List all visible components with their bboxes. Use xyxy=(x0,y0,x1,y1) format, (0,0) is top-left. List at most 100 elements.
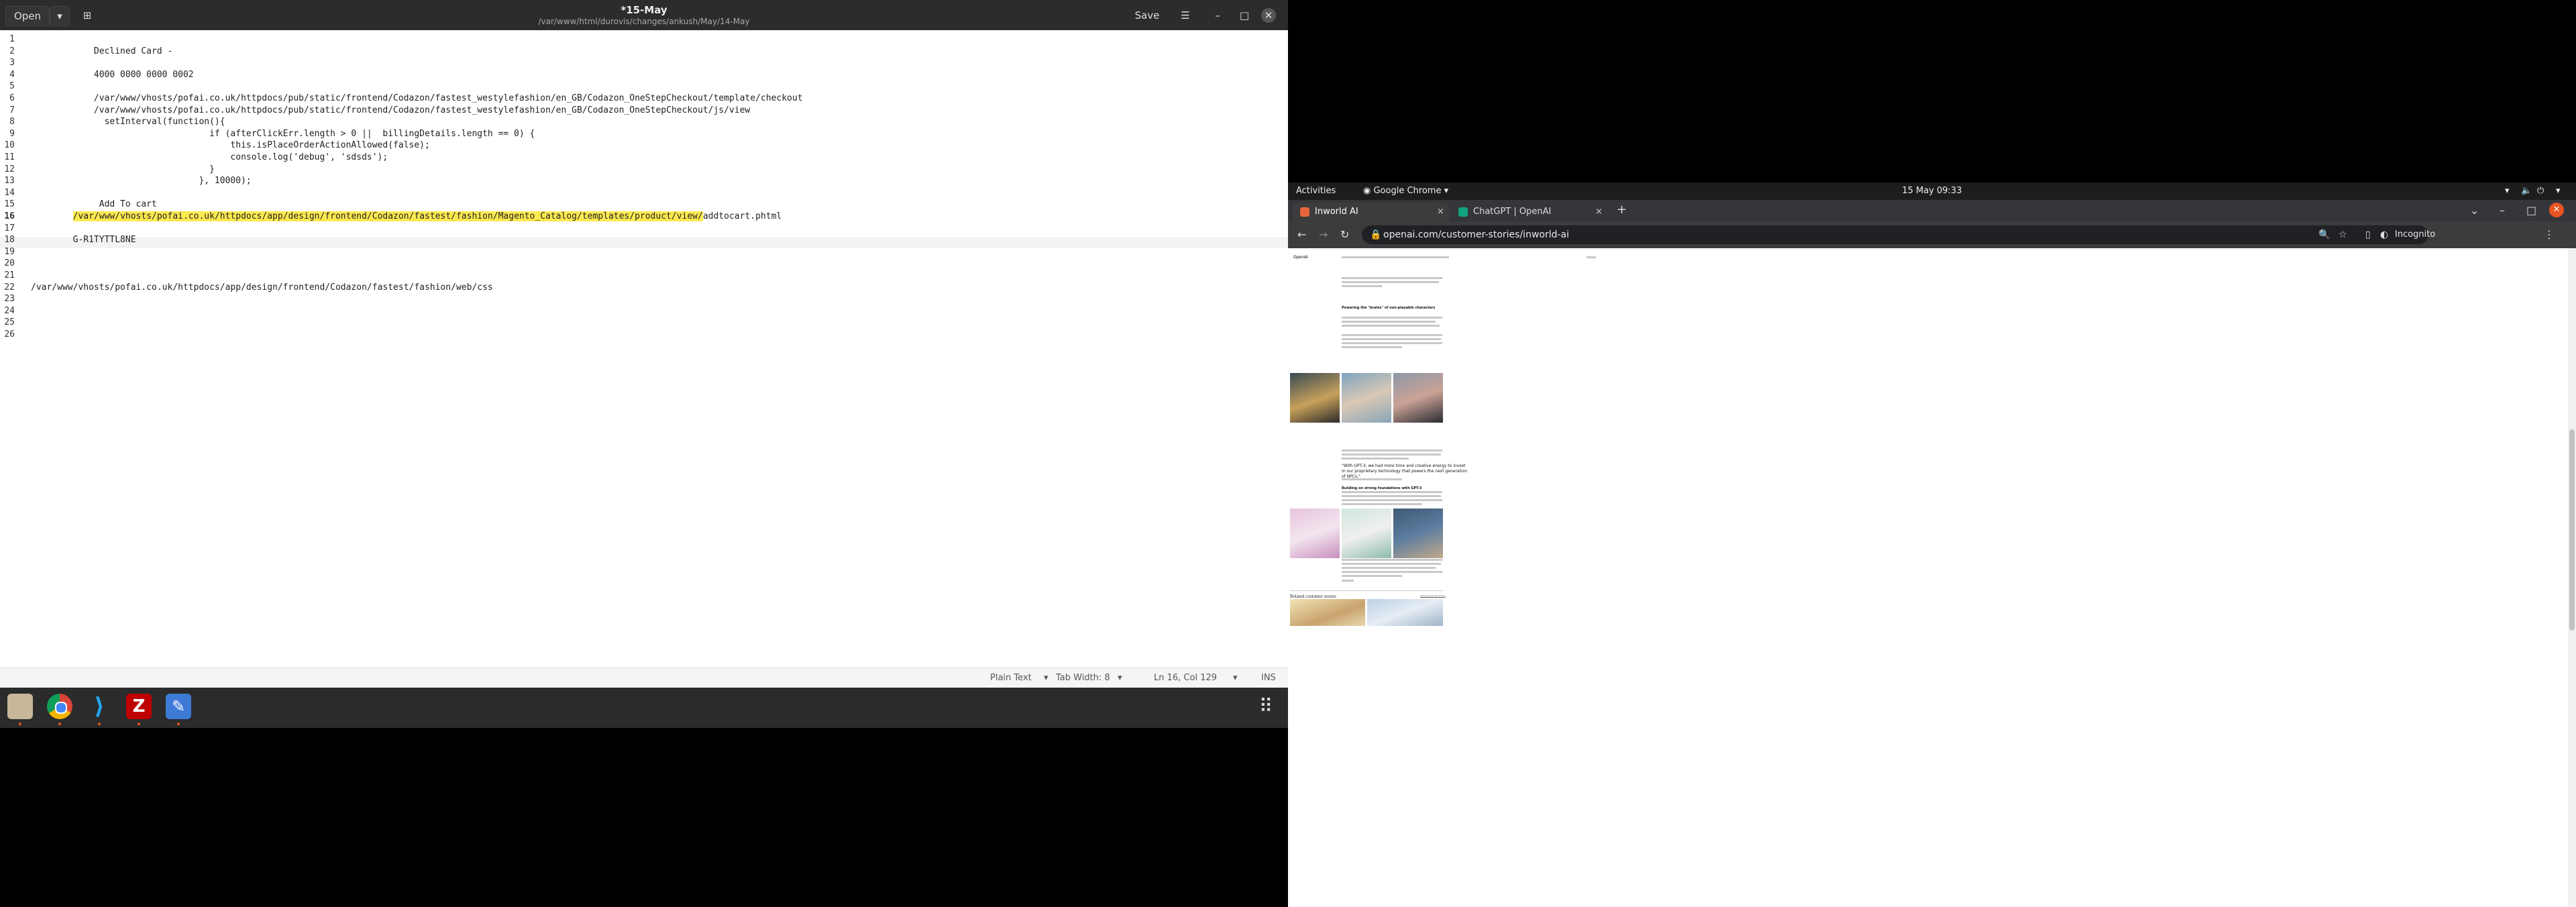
minimize-icon[interactable]: – xyxy=(1208,6,1228,25)
tab-width-selector[interactable]: Tab Width: 8 xyxy=(1056,673,1110,683)
new-tab-icon[interactable]: + xyxy=(1617,203,1627,217)
minimize-icon[interactable]: – xyxy=(2500,204,2505,217)
line-number: 14 xyxy=(4,187,15,198)
paragraph xyxy=(1342,285,1382,287)
filezilla-icon[interactable]: Z xyxy=(126,694,152,719)
incognito-icon[interactable]: ◐ xyxy=(2380,225,2388,244)
gnome-topbar: Activities ◉ Google Chrome ▾ 15 May 09:3… xyxy=(1288,182,2576,200)
files-icon[interactable] xyxy=(7,694,33,719)
line-number: 19 xyxy=(4,246,15,257)
line-number: 8 xyxy=(9,117,15,127)
menu-icon[interactable]: ☰ xyxy=(1175,6,1195,25)
line-number: 13 xyxy=(4,176,15,186)
close-icon[interactable]: ✕ xyxy=(2549,203,2564,217)
character-image xyxy=(1393,509,1443,558)
forward-icon[interactable]: → xyxy=(1319,228,1328,241)
code-line: Declined Card - xyxy=(31,46,173,56)
scrollbar-thumb[interactable] xyxy=(2569,429,2575,631)
maximize-icon[interactable]: □ xyxy=(1234,6,1254,25)
volume-icon[interactable]: 🔈 xyxy=(2521,186,2532,196)
text-editor[interactable]: 12 Declined Card -34 4000 0000 0000 0002… xyxy=(0,30,1288,668)
line-number: 11 xyxy=(4,152,15,162)
vscode-icon[interactable]: ⟩ xyxy=(87,694,112,719)
tab-search-icon[interactable]: ⌄ xyxy=(2470,204,2479,217)
paragraph xyxy=(1342,453,1441,456)
chrome-icon[interactable] xyxy=(47,694,72,719)
lock-icon: 🔒 xyxy=(1370,229,1382,240)
story-card-image[interactable] xyxy=(1367,599,1443,626)
network-icon[interactable]: ▾ xyxy=(2505,186,2510,196)
search-link[interactable] xyxy=(1587,256,1596,258)
running-indicator xyxy=(177,723,180,725)
line-number: 1 xyxy=(9,34,15,44)
paragraph xyxy=(1342,277,1442,279)
chrome-menu-icon[interactable]: ⋮ xyxy=(2544,228,2555,241)
paragraph xyxy=(1342,491,1442,493)
code-line: if (afterClickErr.length > 0 || billingD… xyxy=(31,128,535,139)
paragraph xyxy=(1342,321,1436,323)
app-grid-icon[interactable]: ⠿ xyxy=(1253,694,1279,719)
link[interactable] xyxy=(1342,580,1354,582)
favicon-icon xyxy=(1300,207,1309,217)
bookmark-star-icon[interactable]: ☆ xyxy=(2339,225,2347,244)
line-number: 15 xyxy=(4,199,15,210)
line-number: 16 xyxy=(4,211,15,221)
code-text: addtocart.phtml xyxy=(702,211,782,221)
line-number: 21 xyxy=(4,270,15,280)
save-button[interactable]: Save xyxy=(1127,6,1167,25)
paragraph xyxy=(1342,334,1442,336)
tab-chatgpt[interactable]: ChatGPT | OpenAI × xyxy=(1452,203,1607,221)
search-icon[interactable]: 🔍 xyxy=(2318,225,2330,244)
tab-close-icon[interactable]: × xyxy=(1437,203,1444,221)
line-number: 22 xyxy=(4,282,15,292)
system-menu-icon[interactable]: ▾ xyxy=(2556,186,2561,196)
paragraph xyxy=(1342,338,1441,340)
clock[interactable]: 15 May 09:33 xyxy=(1288,186,2576,196)
chrome-tabbar: Inworld AI × ChatGPT | OpenAI × + ⌄ – □ … xyxy=(1288,200,2576,221)
save-label: Save xyxy=(1134,9,1160,21)
chrome-center-icon xyxy=(55,702,67,714)
view-all-link[interactable]: View all customer stories xyxy=(1420,594,1446,597)
cursor-position[interactable]: Ln 16, Col 129 xyxy=(1154,673,1217,683)
language-selector[interactable]: Plain Text xyxy=(990,673,1032,683)
paragraph xyxy=(1342,559,1442,561)
line-number: 4 xyxy=(9,69,15,80)
maximize-icon[interactable]: □ xyxy=(2526,204,2536,217)
reload-icon[interactable]: ↻ xyxy=(1340,228,1349,241)
window-title: *15-May xyxy=(621,4,667,16)
line-number: 10 xyxy=(4,140,15,151)
code-line: /var/www/vhosts/pofai.co.uk/httpdocs/app… xyxy=(31,211,782,221)
line-number: 9 xyxy=(9,128,15,139)
site-nav[interactable] xyxy=(1342,256,1449,258)
address-bar[interactable]: 🔒 openai.com/customer-stories/inworld-ai… xyxy=(1362,225,2435,244)
line-number: 26 xyxy=(4,329,15,339)
close-icon[interactable]: ✕ xyxy=(1261,8,1276,23)
paragraph xyxy=(1342,346,1402,348)
paragraph xyxy=(1342,503,1422,505)
running-indicator xyxy=(138,723,140,725)
code-line: setInterval(function(){ xyxy=(31,117,225,127)
text-editor-icon[interactable]: ✎ xyxy=(166,694,191,719)
favicon-icon xyxy=(1458,207,1468,217)
running-indicator xyxy=(58,723,61,725)
character-image xyxy=(1342,373,1391,423)
character-image xyxy=(1342,509,1391,558)
dock: ⟩ Z ✎ ⠿ xyxy=(0,688,1288,728)
tab-close-icon[interactable]: × xyxy=(1595,203,1603,221)
gedit-window: Open ▾ ⊞ *15-May /var/www/html/durovis/c… xyxy=(0,0,1288,688)
tab-inworld[interactable]: Inworld AI × xyxy=(1293,203,1449,221)
power-icon[interactable]: ⏻ xyxy=(2537,186,2544,196)
scrollbar[interactable] xyxy=(2568,248,2576,907)
paragraph xyxy=(1342,342,1442,344)
divider xyxy=(1290,590,1443,591)
line-number: 6 xyxy=(9,93,15,103)
tab-label: Inworld AI xyxy=(1315,207,1358,217)
back-icon[interactable]: ← xyxy=(1297,228,1306,241)
url-text: openai.com/customer-stories/inworld-ai xyxy=(1383,229,1570,240)
paragraph xyxy=(1342,575,1402,577)
side-panel-icon[interactable]: ▯ xyxy=(2365,225,2371,244)
story-card-image[interactable] xyxy=(1290,599,1365,626)
line-number: 24 xyxy=(4,305,15,316)
site-logo[interactable]: OpenAI xyxy=(1293,255,1308,260)
webpage: OpenAI Powering the "brains" of non-play… xyxy=(1288,248,2576,907)
